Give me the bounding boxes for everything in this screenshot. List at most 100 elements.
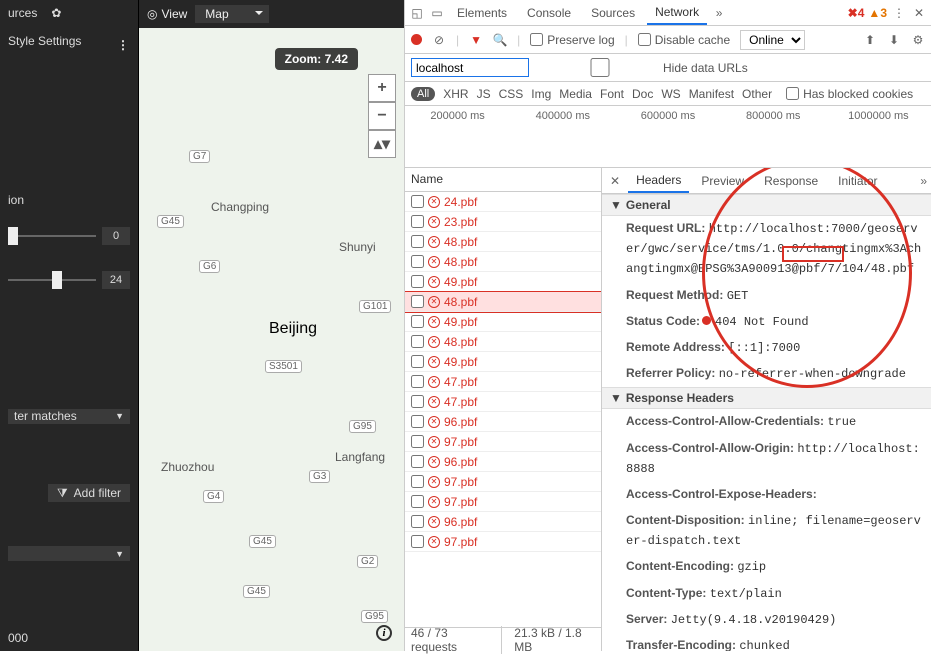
request-row[interactable]: ✕97.pbf [405, 472, 601, 492]
type-css[interactable]: CSS [499, 87, 524, 101]
map-type-select[interactable]: Map [195, 5, 268, 23]
add-filter-button[interactable]: ⧩ Add filter [48, 484, 130, 503]
request-row[interactable]: ✕48.pbf [405, 332, 601, 352]
slider-2[interactable]: 24 [8, 271, 130, 289]
warning-count[interactable]: ▲3 [868, 6, 887, 20]
network-timeline[interactable]: 200000 ms 400000 ms 600000 ms 800000 ms … [405, 106, 931, 168]
status-dot-icon [702, 316, 711, 325]
status-code: Status Code:404 Not Found [602, 309, 931, 335]
type-media[interactable]: Media [559, 87, 592, 101]
error-status-icon: ✕ [428, 316, 440, 328]
zoom-in-button[interactable]: + [368, 74, 396, 102]
remote-address: Remote Address: [::1]:7000 [602, 335, 931, 361]
gear-icon[interactable]: ⚙ [911, 33, 925, 47]
section-general[interactable]: ▼ General [602, 194, 931, 216]
type-img[interactable]: Img [531, 87, 551, 101]
bottom-number: 000 [8, 631, 130, 645]
devtools-panel: ◱ ▭ Elements Console Sources Network » ✖… [404, 0, 931, 651]
filter-matches-dropdown[interactable]: ter matches▼ [8, 409, 130, 424]
more-detail-tabs-icon[interactable]: » [920, 174, 927, 188]
info-icon[interactable]: i [376, 625, 392, 641]
request-row[interactable]: ✕97.pbf [405, 492, 601, 512]
request-row[interactable]: ✕97.pbf [405, 432, 601, 452]
search-icon[interactable]: 🔍 [493, 33, 507, 47]
tab-sources[interactable]: Sources [583, 2, 643, 24]
type-ws[interactable]: WS [661, 87, 680, 101]
upload-icon[interactable]: ⬆ [863, 33, 877, 47]
type-all[interactable]: All [411, 87, 435, 101]
request-row[interactable]: ✕47.pbf [405, 392, 601, 412]
road-label: G2 [357, 555, 378, 568]
request-details: ✕ Headers Preview Response Initiator » ▼… [602, 168, 931, 651]
request-row[interactable]: ✕96.pbf [405, 452, 601, 472]
close-details-icon[interactable]: ✕ [606, 174, 624, 188]
error-status-icon: ✕ [428, 196, 440, 208]
request-row[interactable]: ✕97.pbf [405, 532, 601, 552]
error-count[interactable]: ✖4 [848, 6, 865, 20]
tab-console[interactable]: Console [519, 2, 579, 24]
sidebar-item-style[interactable]: Style Settings [8, 34, 81, 48]
type-manifest[interactable]: Manifest [689, 87, 734, 101]
request-row[interactable]: ✕47.pbf [405, 372, 601, 392]
preserve-log-checkbox[interactable]: Preserve log [530, 33, 614, 47]
more-tabs-icon[interactable]: » [711, 5, 727, 21]
request-row[interactable]: ✕96.pbf [405, 412, 601, 432]
request-row[interactable]: ✕24.pbf [405, 192, 601, 212]
zoom-reset-button[interactable]: ▴▾ [368, 130, 396, 158]
settings-icon[interactable]: ⋮ [891, 5, 907, 21]
road-label: G7 [189, 150, 210, 163]
tab-elements[interactable]: Elements [449, 2, 515, 24]
request-row[interactable]: ✕48.pbf [405, 252, 601, 272]
request-row[interactable]: ✕48.pbf [405, 232, 601, 252]
error-status-icon: ✕ [428, 476, 440, 488]
filter-icon[interactable]: ▼ [469, 33, 483, 47]
throttle-select[interactable]: Online [740, 30, 805, 50]
city-label: Zhuozhou [161, 460, 214, 474]
response-header-item: Access-Control-Allow-Credentials: true [602, 409, 931, 435]
tab-initiator[interactable]: Initiator [830, 170, 885, 192]
request-row[interactable]: ✕48.pbf [405, 292, 601, 312]
request-row[interactable]: ✕49.pbf [405, 272, 601, 292]
hide-data-urls-checkbox[interactable]: Hide data URLs [541, 58, 748, 77]
blocked-cookies-checkbox[interactable]: Has blocked cookies [786, 87, 913, 101]
download-icon[interactable]: ⬇ [887, 33, 901, 47]
city-label: Shunyi [339, 240, 376, 254]
type-js[interactable]: JS [477, 87, 491, 101]
slider-1[interactable]: 0 [8, 227, 130, 245]
left-sidebar: urces ✿ Style Settings ⋮ ion 0 24 ter ma… [0, 0, 138, 651]
close-icon[interactable]: ✕ [911, 5, 927, 21]
request-status-bar: 46 / 73 requests 21.3 kB / 1.8 MB [405, 627, 601, 651]
road-label: G45 [243, 585, 270, 598]
road-label: G95 [361, 610, 388, 623]
name-header[interactable]: Name [405, 168, 601, 192]
type-xhr[interactable]: XHR [443, 87, 468, 101]
error-status-icon: ✕ [428, 296, 440, 308]
request-row[interactable]: ✕49.pbf [405, 312, 601, 332]
request-row[interactable]: ✕96.pbf [405, 512, 601, 532]
response-header-item: Access-Control-Expose-Headers: [602, 482, 931, 508]
kebab-icon[interactable]: ⋮ [117, 38, 130, 52]
tab-preview[interactable]: Preview [693, 170, 752, 192]
type-other[interactable]: Other [742, 87, 772, 101]
device-icon[interactable]: ▭ [429, 5, 445, 21]
tab-headers[interactable]: Headers [628, 169, 689, 193]
type-doc[interactable]: Doc [632, 87, 653, 101]
more-dropdown[interactable]: ▼ [8, 546, 130, 561]
response-header-item: Content-Encoding: gzip [602, 554, 931, 580]
sidebar-item-sources[interactable]: urces [8, 6, 37, 20]
request-row[interactable]: ✕49.pbf [405, 352, 601, 372]
request-row[interactable]: ✕23.pbf [405, 212, 601, 232]
road-label: S3501 [265, 360, 302, 373]
zoom-out-button[interactable]: − [368, 102, 396, 130]
record-icon[interactable] [411, 34, 422, 45]
request-method: Request Method: GET [602, 283, 931, 309]
disable-cache-checkbox[interactable]: Disable cache [638, 33, 730, 47]
inspect-icon[interactable]: ◱ [409, 5, 425, 21]
tab-network[interactable]: Network [647, 1, 707, 25]
filter-input[interactable] [411, 58, 529, 77]
tab-response[interactable]: Response [756, 170, 826, 192]
clear-icon[interactable]: ⊘ [432, 33, 446, 47]
section-response-headers[interactable]: ▼ Response Headers [602, 387, 931, 409]
view-label: ◎ View [147, 7, 187, 21]
type-font[interactable]: Font [600, 87, 624, 101]
